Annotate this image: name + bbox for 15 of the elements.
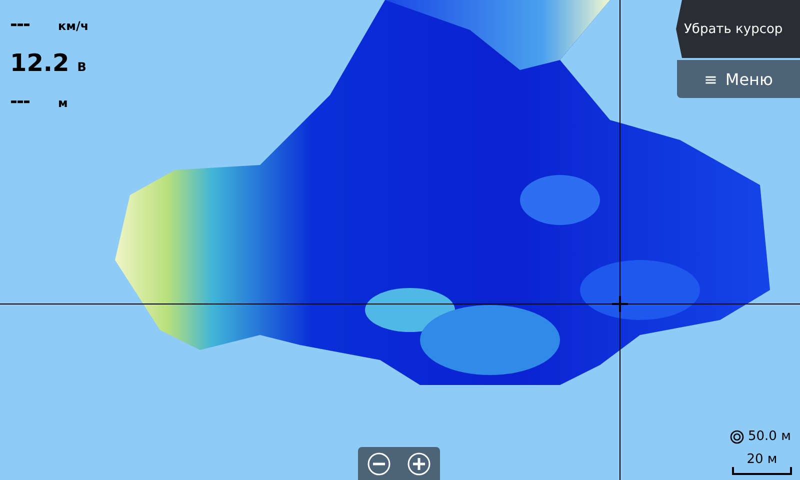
readout-value: ---	[10, 91, 30, 112]
readout-unit: В	[77, 60, 86, 74]
cursor-icon	[612, 296, 628, 312]
menu-button[interactable]: ≡ Меню	[677, 60, 800, 98]
scale-label: 20 м	[746, 452, 778, 467]
readout-value: 12.2	[10, 49, 70, 77]
readout-unit: м	[58, 96, 68, 110]
zoom-out-button[interactable]	[367, 452, 391, 476]
readout-value: ---	[10, 14, 30, 35]
zoom-in-button[interactable]	[407, 452, 431, 476]
range-label: 50.0 м	[748, 429, 791, 444]
range-rings-icon	[730, 430, 744, 444]
clear-cursor-button[interactable]: Убрать курсор	[676, 0, 800, 58]
readout-unit: км/ч	[58, 19, 89, 33]
scale-bar-icon	[732, 467, 792, 475]
